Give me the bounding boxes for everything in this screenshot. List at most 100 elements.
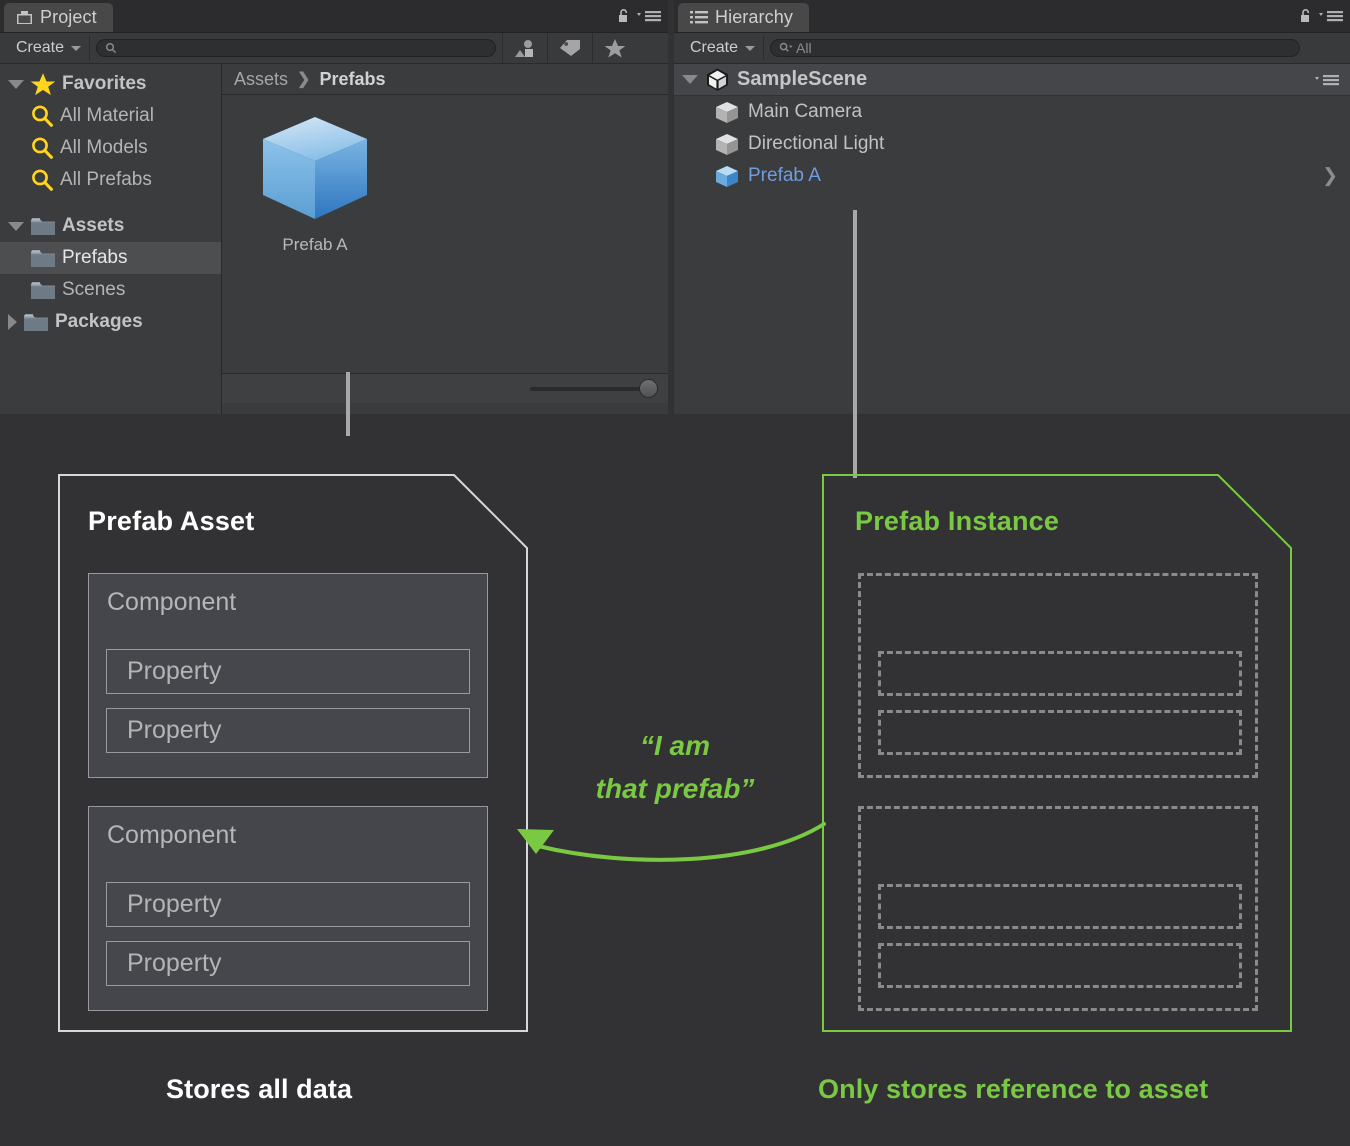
hierarchy-item-prefab-a[interactable]: Prefab A ❯	[674, 160, 1350, 192]
sidebar-item-label: All Prefabs	[60, 169, 152, 191]
sidebar-item-packages[interactable]: Packages	[0, 306, 221, 338]
asset-zoom-bar	[222, 373, 668, 403]
hierarchy-list-icon	[690, 10, 708, 25]
breadcrumb-separator: ❯	[297, 69, 310, 89]
project-create-button[interactable]: Create	[6, 36, 90, 60]
breadcrumb-item-prefabs[interactable]: Prefabs	[319, 69, 385, 90]
property-label: Property	[127, 890, 221, 919]
asset-item-prefab-a[interactable]: Prefab A	[250, 113, 380, 255]
asset-caption: Stores all data	[166, 1074, 352, 1105]
blue-cube-prefab-icon	[714, 164, 740, 189]
asset-component-2-property-2: Property	[106, 941, 470, 986]
scene-menu-icon[interactable]	[1314, 73, 1340, 87]
sidebar-item-all-material[interactable]: All Material	[0, 100, 221, 132]
hierarchy-create-label: Create	[690, 39, 738, 57]
diagram-area: Prefab Asset Component Property Property…	[0, 414, 1350, 1146]
gray-cube-gameobject-icon	[714, 132, 740, 157]
asset-zoom-slider-knob[interactable]	[639, 379, 658, 398]
shapes-icon	[514, 38, 536, 58]
asset-zoom-slider[interactable]	[530, 387, 650, 391]
filter-by-type-button[interactable]	[502, 33, 547, 63]
folder-icon	[23, 311, 49, 333]
instance-component-1	[858, 573, 1258, 778]
sidebar-item-label: All Models	[60, 137, 148, 159]
project-tabbar: Project	[0, 0, 668, 33]
property-label: Property	[127, 716, 221, 745]
sidebar-item-all-prefabs[interactable]: All Prefabs	[0, 164, 221, 196]
connector-line-instance	[853, 210, 857, 478]
asset-grid: Prefab A	[222, 95, 668, 403]
lock-icon[interactable]	[617, 8, 630, 24]
project-tree-pane: Favorites All Material	[0, 64, 222, 416]
search-icon	[30, 136, 54, 160]
chevron-right-icon[interactable]	[8, 314, 17, 330]
folder-icon	[30, 279, 56, 301]
panel-menu-icon[interactable]	[636, 9, 662, 23]
sidebar-item-assets[interactable]: Assets	[0, 210, 221, 242]
search-icon	[105, 42, 117, 54]
folder-icon	[30, 215, 56, 237]
connector-line-asset	[346, 372, 350, 436]
instance-component-2-property-1	[878, 884, 1242, 929]
hierarchy-item-directional-light[interactable]: Directional Light	[674, 128, 1350, 160]
property-label: Property	[127, 657, 221, 686]
sidebar-item-label: All Material	[60, 105, 154, 127]
chevron-down-icon[interactable]	[8, 80, 24, 89]
hierarchy-search-input[interactable]: All	[770, 39, 1300, 57]
prefab-asset-title: Prefab Asset	[88, 506, 254, 537]
sidebar-item-prefabs[interactable]: Prefabs	[0, 242, 221, 274]
hierarchy-scene-row[interactable]: SampleScene	[674, 64, 1350, 96]
star-icon	[30, 72, 56, 97]
instance-caption: Only stores reference to asset	[818, 1074, 1208, 1105]
hierarchy-toolbar: Create All	[674, 33, 1350, 64]
project-toolbar: Create	[0, 33, 668, 64]
project-search-input[interactable]	[96, 39, 496, 57]
hierarchy-tab-icons	[1299, 8, 1344, 24]
asset-component-1-label: Component	[107, 588, 236, 617]
hierarchy-search-placeholder: All	[796, 41, 812, 55]
i-am-that-prefab-arrow	[508, 806, 826, 876]
arrow-annotation-line-1: “I am	[540, 724, 810, 767]
hierarchy-item-label: Main Camera	[748, 101, 862, 123]
hierarchy-scene-label: SampleScene	[737, 68, 867, 91]
blue-cube-prefab-icon	[257, 113, 373, 225]
sidebar-item-scenes[interactable]: Scenes	[0, 274, 221, 306]
tab-hierarchy[interactable]: Hierarchy	[678, 3, 809, 32]
tab-project-label: Project	[40, 7, 97, 28]
hierarchy-item-main-camera[interactable]: Main Camera	[674, 96, 1350, 128]
sidebar-item-all-models[interactable]: All Models	[0, 132, 221, 164]
arrow-annotation: “I am that prefab”	[540, 724, 810, 811]
project-body: Favorites All Material	[0, 64, 668, 416]
chevron-right-icon[interactable]: ❯	[1322, 167, 1338, 186]
search-icon	[779, 42, 793, 54]
hierarchy-item-label: Prefab A	[748, 165, 821, 187]
tab-project[interactable]: Project	[4, 3, 113, 32]
unity-logo-icon	[705, 67, 730, 92]
hierarchy-body: SampleScene Main Camera	[674, 64, 1350, 416]
tag-icon	[558, 38, 582, 58]
sidebar-item-favorites[interactable]: Favorites	[0, 68, 221, 100]
hierarchy-create-button[interactable]: Create	[680, 36, 764, 60]
chevron-down-icon[interactable]	[682, 75, 698, 84]
prefab-instance-title: Prefab Instance	[855, 506, 1059, 537]
asset-component-1-property-2: Property	[106, 708, 470, 753]
sidebar-item-label: Favorites	[62, 73, 146, 95]
filter-by-label-button[interactable]	[547, 33, 592, 63]
panel-menu-icon[interactable]	[1318, 9, 1344, 23]
hierarchy-window: Hierarchy Create	[674, 0, 1350, 414]
instance-component-1-property-1	[878, 651, 1242, 696]
asset-item-label: Prefab A	[282, 235, 347, 255]
star-icon	[604, 38, 626, 59]
hierarchy-tabbar: Hierarchy	[674, 0, 1350, 33]
sidebar-item-label: Assets	[62, 215, 124, 237]
instance-component-1-property-2	[878, 710, 1242, 755]
lock-icon[interactable]	[1299, 8, 1312, 24]
asset-component-2-property-1: Property	[106, 882, 470, 927]
breadcrumb-item-assets[interactable]: Assets	[234, 69, 288, 90]
asset-component-2: Component Property Property	[88, 806, 488, 1011]
breadcrumb: Assets ❯ Prefabs	[222, 64, 668, 95]
tree-spacer	[0, 196, 221, 210]
chevron-down-icon[interactable]	[8, 222, 24, 231]
filter-by-favorite-button[interactable]	[592, 33, 637, 63]
sidebar-item-label: Packages	[55, 311, 143, 333]
